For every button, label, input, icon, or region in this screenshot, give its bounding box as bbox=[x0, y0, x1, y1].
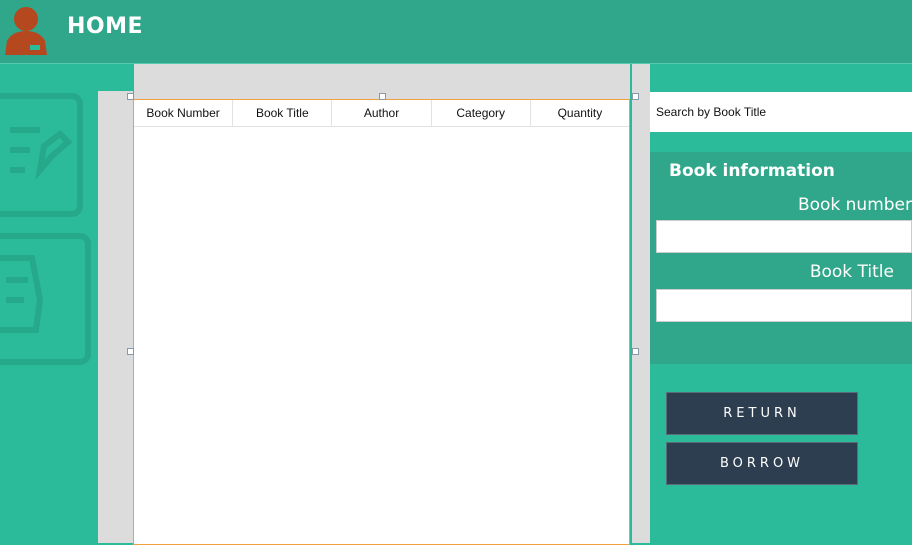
column-header-author[interactable]: Author bbox=[332, 100, 432, 126]
resize-handle[interactable] bbox=[632, 93, 639, 100]
column-header-category[interactable]: Category bbox=[432, 100, 531, 126]
decorative-icons bbox=[0, 93, 91, 365]
design-surface-right bbox=[632, 64, 650, 543]
top-bar: HOME bbox=[0, 0, 912, 64]
book-title-label: Book Title bbox=[809, 262, 894, 282]
design-surface-left bbox=[98, 91, 133, 543]
book-title-field[interactable] bbox=[656, 289, 912, 322]
resize-handle[interactable] bbox=[127, 93, 134, 100]
search-input[interactable] bbox=[650, 92, 912, 132]
panel-title: Book information bbox=[669, 161, 835, 181]
return-button[interactable]: RETURN bbox=[666, 392, 858, 435]
edit-document-icon bbox=[0, 93, 83, 217]
borrow-button[interactable]: BORROW bbox=[666, 442, 858, 485]
page-title: HOME bbox=[67, 14, 144, 39]
resize-handle[interactable] bbox=[632, 348, 639, 355]
grid-header-row: Book Number Book Title Author Category Q… bbox=[134, 100, 629, 127]
book-number-label: Book number bbox=[797, 195, 912, 215]
books-data-grid[interactable]: Book Number Book Title Author Category Q… bbox=[133, 99, 630, 545]
column-header-book-title[interactable]: Book Title bbox=[233, 100, 333, 126]
column-header-quantity[interactable]: Quantity bbox=[531, 100, 629, 126]
column-header-book-number[interactable]: Book Number bbox=[134, 100, 234, 126]
user-avatar-icon bbox=[5, 7, 47, 55]
book-number-field[interactable] bbox=[656, 220, 912, 253]
book-information-panel: Book information Book number Book Title bbox=[650, 152, 912, 364]
notebook-icon bbox=[0, 233, 91, 365]
resize-handle[interactable] bbox=[379, 93, 386, 100]
resize-handle[interactable] bbox=[127, 348, 134, 355]
